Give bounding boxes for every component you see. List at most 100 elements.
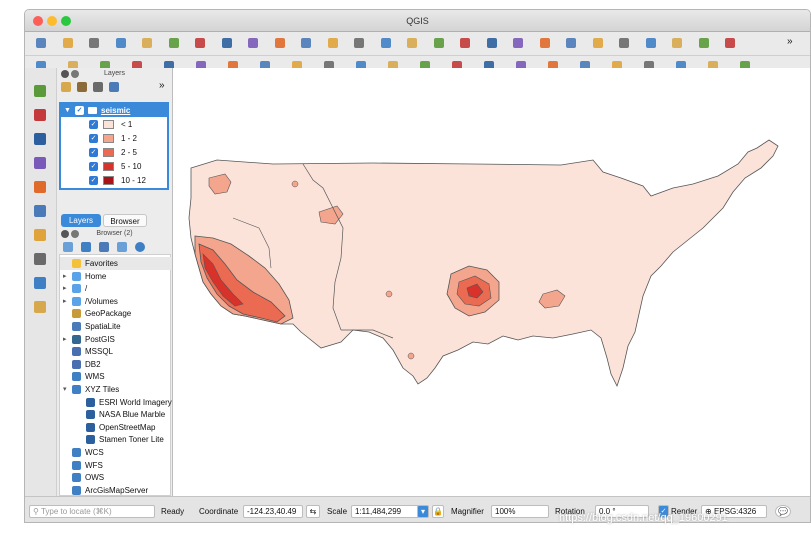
- pan-icon[interactable]: [192, 35, 208, 51]
- browser-item[interactable]: ▸ PostGIS: [60, 333, 172, 346]
- scale-dropdown-icon[interactable]: ▾: [417, 505, 429, 518]
- zoom-to-layer-icon[interactable]: [351, 35, 367, 51]
- legend-class-row[interactable]: ✓ 10 - 12: [61, 174, 167, 187]
- seismic-map[interactable]: [173, 68, 811, 496]
- close-window-button[interactable]: [33, 16, 43, 26]
- browser-item[interactable]: NASA Blue Marble: [60, 408, 172, 421]
- float-panel-icon[interactable]: [71, 70, 79, 78]
- browser-item[interactable]: ArcGisMapServer: [60, 484, 172, 497]
- browser-item[interactable]: ▸ Home: [60, 270, 172, 283]
- zoom-window-button[interactable]: [61, 16, 71, 26]
- browser-item[interactable]: WMS: [60, 370, 172, 383]
- visibility-icon[interactable]: [93, 82, 103, 92]
- legend-class-row[interactable]: ✓ 5 - 10: [61, 160, 167, 173]
- browser-item[interactable]: GeoPackage: [60, 307, 172, 320]
- refresh-icon[interactable]: [81, 242, 91, 252]
- tab-browser[interactable]: Browser: [103, 214, 147, 227]
- browser-item[interactable]: MSSQL: [60, 345, 172, 358]
- statistics-icon[interactable]: [669, 35, 685, 51]
- style-manager-icon[interactable]: [61, 82, 71, 92]
- expand-icon[interactable]: ▸: [63, 295, 71, 308]
- filter-legend-icon[interactable]: [109, 82, 119, 92]
- class-checkbox[interactable]: ✓: [89, 120, 98, 129]
- new-map-view-icon[interactable]: [457, 35, 473, 51]
- save-project-icon[interactable]: [86, 35, 102, 51]
- close-panel-icon[interactable]: [61, 70, 69, 78]
- add-selected-layers-icon[interactable]: [63, 242, 73, 252]
- browser-item[interactable]: Favorites: [60, 257, 172, 270]
- attribute-table-icon[interactable]: [616, 35, 632, 51]
- zoom-native-icon[interactable]: [378, 35, 394, 51]
- open-project-icon[interactable]: [60, 35, 76, 51]
- browser-item[interactable]: OWS: [60, 471, 172, 484]
- zoom-last-icon[interactable]: [404, 35, 420, 51]
- layer-visibility-checkbox[interactable]: ✓: [75, 106, 84, 115]
- add-spatialite-icon[interactable]: [31, 130, 49, 148]
- browser-item[interactable]: SpatiaLite: [60, 320, 172, 333]
- new-project-icon[interactable]: [33, 35, 49, 51]
- class-checkbox[interactable]: ✓: [89, 176, 98, 185]
- legend-class-row[interactable]: ✓ 1 - 2: [61, 132, 167, 145]
- magnifier-field[interactable]: 100%: [491, 505, 549, 518]
- tab-layers[interactable]: Layers: [61, 214, 101, 227]
- add-postgis-icon[interactable]: [31, 154, 49, 172]
- sum-icon[interactable]: [722, 35, 738, 51]
- info-icon[interactable]: [135, 242, 145, 252]
- add-wfs-icon[interactable]: [31, 250, 49, 268]
- deselect-icon[interactable]: [590, 35, 606, 51]
- zoom-in-icon[interactable]: [245, 35, 261, 51]
- browser-item[interactable]: Stamen Toner Lite: [60, 433, 172, 446]
- zoom-full-icon[interactable]: [298, 35, 314, 51]
- expand-icon[interactable]: ▸: [63, 333, 71, 346]
- add-wcs-icon[interactable]: [31, 226, 49, 244]
- close-panel-icon[interactable]: [61, 230, 69, 238]
- expand-icon[interactable]: ▸: [63, 270, 71, 283]
- browser-item[interactable]: WCS: [60, 446, 172, 459]
- scale-field[interactable]: 1:11,484,299: [351, 505, 421, 518]
- expand-icon[interactable]: ▾: [63, 383, 71, 396]
- add-mssql-icon[interactable]: [31, 178, 49, 196]
- lock-scale-icon[interactable]: 🔒: [432, 505, 444, 518]
- pan-to-selection-icon[interactable]: [219, 35, 235, 51]
- legend-class-row[interactable]: ✓ < 1: [61, 118, 167, 131]
- zoom-next-icon[interactable]: [431, 35, 447, 51]
- add-raster-layer-icon[interactable]: [31, 106, 49, 124]
- map-canvas[interactable]: [173, 68, 811, 496]
- toolbar-overflow-button[interactable]: »: [787, 36, 793, 47]
- collapse-all-icon[interactable]: [117, 242, 127, 252]
- minimize-window-button[interactable]: [47, 16, 57, 26]
- zoom-to-selection-icon[interactable]: [325, 35, 341, 51]
- browser-item[interactable]: DB2: [60, 358, 172, 371]
- browser-item[interactable]: ▸ /Volumes: [60, 295, 172, 308]
- new-layout-icon[interactable]: [139, 35, 155, 51]
- locator-input[interactable]: ⚲ Type to locate (⌘K): [29, 505, 155, 518]
- add-virtual-layer-icon[interactable]: [31, 298, 49, 316]
- class-checkbox[interactable]: ✓: [89, 148, 98, 157]
- class-checkbox[interactable]: ✓: [89, 162, 98, 171]
- add-wms-icon[interactable]: [31, 202, 49, 220]
- add-group-icon[interactable]: [77, 82, 87, 92]
- field-calculator-icon[interactable]: [643, 35, 659, 51]
- layer-row-seismic[interactable]: ▼ ✓ seismic: [61, 104, 167, 117]
- refresh-map-icon[interactable]: [510, 35, 526, 51]
- add-delimited-text-icon[interactable]: [31, 274, 49, 292]
- messages-icon[interactable]: 💬: [775, 505, 791, 518]
- class-checkbox[interactable]: ✓: [89, 134, 98, 143]
- temporal-icon[interactable]: [484, 35, 500, 51]
- collapse-icon[interactable]: ▼: [64, 104, 71, 117]
- browser-item[interactable]: ▾ XYZ Tiles: [60, 383, 172, 396]
- browser-item[interactable]: OpenStreetMap: [60, 421, 172, 434]
- toggle-extents-icon[interactable]: ⇆: [306, 505, 320, 518]
- legend-class-row[interactable]: ✓ 2 - 5: [61, 146, 167, 159]
- zoom-out-icon[interactable]: [272, 35, 288, 51]
- browser-item[interactable]: ▸ /: [60, 282, 172, 295]
- float-panel-icon[interactable]: [71, 230, 79, 238]
- panel-overflow-button[interactable]: »: [159, 80, 165, 91]
- save-as-icon[interactable]: [113, 35, 129, 51]
- toolbox-icon[interactable]: [696, 35, 712, 51]
- filter-browser-icon[interactable]: [99, 242, 109, 252]
- select-features-icon[interactable]: [563, 35, 579, 51]
- browser-item[interactable]: ESRI World Imagery: [60, 396, 172, 409]
- browser-item[interactable]: WFS: [60, 459, 172, 472]
- layout-manager-icon[interactable]: [166, 35, 182, 51]
